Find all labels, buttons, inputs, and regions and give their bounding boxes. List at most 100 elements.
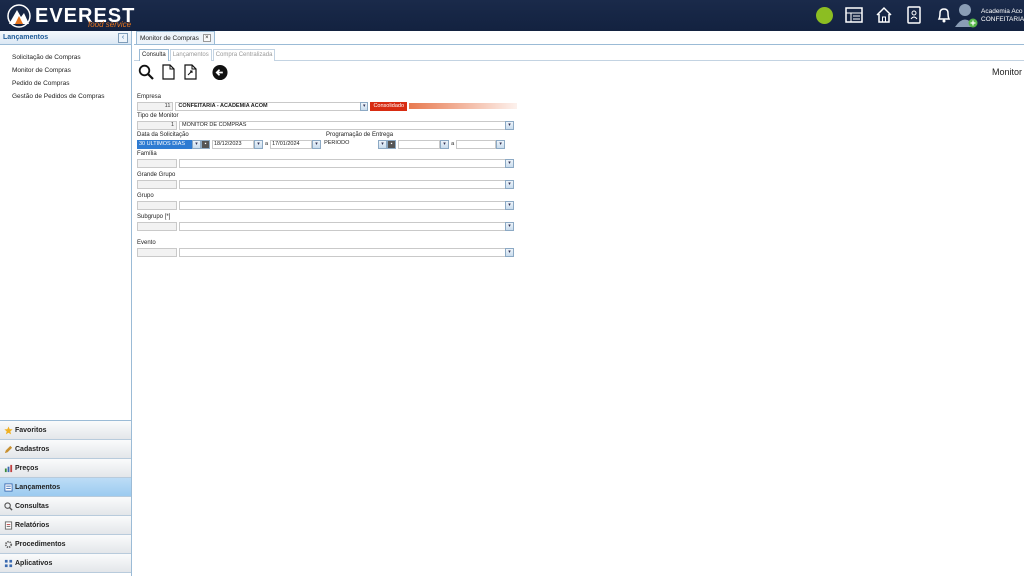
familia-dropdown-icon[interactable]: ▾ [505,158,514,168]
user-menu[interactable]: Academia Aco CONFEITARIA [954,2,1024,30]
prog-period-select[interactable]: PERIODO [323,139,379,149]
empresa-dropdown-icon[interactable]: ▾ [360,101,369,111]
close-tab-icon[interactable]: × [202,34,211,42]
tipo-monitor-code-input[interactable]: 1 [137,120,177,130]
accordion-label: Lançamentos [15,483,61,491]
accordion-favoritos[interactable]: Favoritos [0,421,131,440]
tipo-monitor-value[interactable]: MONITOR DE COMPRAS [179,120,505,130]
subgrupo-value[interactable] [179,221,505,231]
apps-icon [4,559,13,568]
grande-grupo-value[interactable] [179,179,505,189]
subtab-consulta[interactable]: Consulta [139,49,169,61]
accordion-procedimentos[interactable]: Procedimentos [0,535,131,554]
programacao-entrega-label: Programação de Entrega [326,132,394,138]
data-from-calendar-icon[interactable]: ▾ [254,139,263,149]
user-avatar-icon [954,2,978,28]
prog-from-calendar-icon[interactable]: ▾ [440,139,450,149]
grande-grupo-code-input[interactable] [137,179,177,189]
home-icon[interactable] [874,5,894,25]
report-icon [4,520,13,530]
accordion-relatorios[interactable]: Relatórios [0,516,131,535]
subtab-compra-centralizada[interactable]: Compra Centralizada [212,49,276,61]
accordion-lancamentos[interactable]: Lançamentos [0,478,131,497]
tipo-monitor-dropdown-icon[interactable]: ▾ [505,120,514,130]
evento-dropdown-icon[interactable]: ▾ [505,247,514,257]
sidebar-item-gestao[interactable]: Gestão de Pedidos de Compras [12,90,119,103]
collapse-sidebar-button[interactable]: ‹ [118,32,128,43]
tab-label: Monitor de Compras [140,34,199,42]
data-to-calendar-icon[interactable]: ▾ [312,139,322,149]
search-icon[interactable] [138,63,154,81]
grupo-dropdown-icon[interactable]: ▾ [505,200,514,210]
data-to-input[interactable]: 17/01/2024 [270,139,313,149]
familia-code-input[interactable] [137,158,177,168]
tab-monitor-compras[interactable]: Monitor de Compras × [136,31,215,44]
accordion-label: Preços [15,464,39,472]
empresa-label: Empresa [137,94,162,100]
empresa-value[interactable]: CONFEITARIA - ACADEMIA ACOM [175,101,361,111]
grande-grupo-label: Grande Grupo [137,172,176,178]
chart-icon [4,464,13,473]
gears-icon [4,540,13,549]
star-icon [4,425,13,435]
accordion-cadastros[interactable]: Cadastros [0,440,131,459]
bell-icon[interactable] [934,5,954,25]
sidebar-item-solicitacao[interactable]: Solicitação de Compras [12,51,119,64]
evento-code-input[interactable] [137,247,177,257]
sidebar-title: Lançamentos [3,34,49,41]
list-icon [4,482,13,492]
accordion-aplicativos[interactable]: Aplicativos [0,554,131,573]
accordion-label: Relatórios [15,521,50,529]
status-indicator[interactable] [814,5,834,25]
evento-label: Evento [137,240,156,246]
accordion-label: Procedimentos [15,540,66,548]
grupo-code-input[interactable] [137,200,177,210]
accordion-label: Favoritos [15,426,47,434]
sidebar: Lançamentos ‹ Solicitação de Compras Mon… [0,31,132,576]
tipo-monitor-label: Tipo de Monitor [137,113,179,119]
consolidado-badge[interactable]: Consolidado [370,101,408,111]
familia-label: Família [137,151,157,157]
empresa-code-input[interactable]: 11 [137,101,174,111]
accordion-precos[interactable]: Preços [0,459,131,478]
accordion-label: Cadastros [15,445,50,453]
module-accordion: Favoritos Cadastros Preços Lançamentos C… [0,420,131,573]
user-company: CONFEITARIA [981,16,1024,23]
pencil-icon [4,445,13,454]
contact-book-icon[interactable] [904,5,924,25]
prog-to-input[interactable] [456,139,497,149]
prog-to-calendar-icon[interactable]: ▾ [496,139,506,149]
accordion-label: Consultas [15,502,49,510]
date-separator: a [265,141,269,147]
consulta-form: Empresa 11 CONFEITARIA - ACADEMIA ACOM ▾… [137,93,517,258]
user-name: Academia Aco [981,8,1023,15]
data-period-clear-icon[interactable]: ▪ [201,139,210,149]
main-content: Monitor de Compras × Consulta Lançamento… [134,31,1024,576]
prog-from-input[interactable] [398,139,441,149]
accordion-consultas[interactable]: Consultas [0,497,131,516]
data-period-select[interactable]: 30 ULTIMOS DIAS [137,139,192,149]
subgrupo-code-input[interactable] [137,221,177,231]
top-bar: EVEREST food service Academia Aco CONFEI… [0,0,1024,31]
prog-period-dropdown-icon[interactable]: ▾ [378,139,388,149]
sidebar-item-pedido[interactable]: Pedido de Compras [12,77,119,90]
back-arrow-icon[interactable] [212,63,228,81]
data-solicitacao-label: Data da Solicitação [137,132,189,138]
date-separator: a [451,141,455,147]
grande-grupo-dropdown-icon[interactable]: ▾ [505,179,514,189]
data-from-input[interactable]: 18/12/2023 [212,139,254,149]
grupo-label: Grupo [137,193,154,199]
subgrupo-dropdown-icon[interactable]: ▾ [505,221,514,231]
brand-subtitle: food service [88,20,132,29]
sidebar-item-monitor[interactable]: Monitor de Compras [12,64,119,77]
export-document-icon[interactable] [182,63,198,81]
evento-value[interactable] [179,247,505,257]
familia-value[interactable] [179,158,505,168]
prog-period-clear-icon[interactable]: ▪ [387,139,397,149]
grupo-value[interactable] [179,200,505,210]
new-document-icon[interactable] [160,63,176,81]
data-period-dropdown-icon[interactable]: ▾ [192,139,201,149]
grid-icon[interactable] [844,5,864,25]
subgrupo-label: Subgrupo [*] [137,214,171,220]
subtab-lancamentos[interactable]: Lançamentos [169,49,212,61]
